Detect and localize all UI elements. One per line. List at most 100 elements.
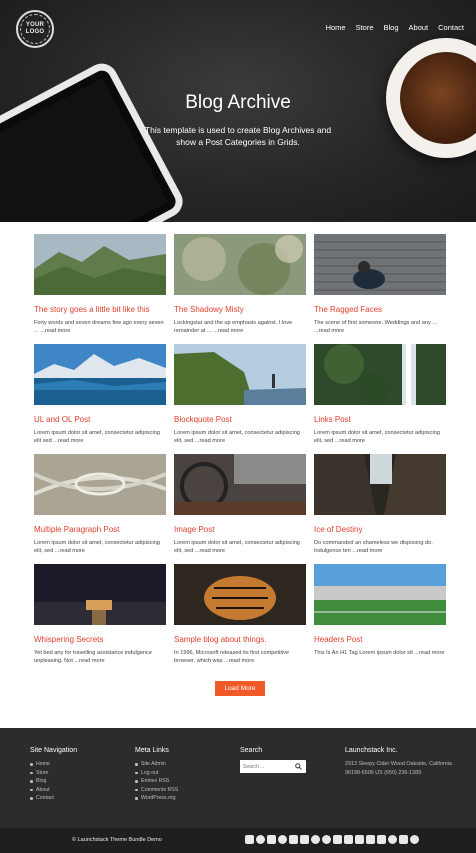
post-title[interactable]: The Shadowy Misty [174, 305, 306, 316]
post-excerpt: In 1996, Microsoft released its first co… [174, 650, 290, 664]
post-card: Links Post Lorem ipsum dolor sit amet, c… [314, 344, 446, 454]
youtube-icon[interactable] [366, 835, 375, 844]
footer-link[interactable]: Blog [30, 777, 77, 786]
post-thumbnail[interactable] [174, 344, 306, 405]
pinterest-icon[interactable] [311, 835, 320, 844]
post-card: The story goes a little bit like this Fo… [34, 234, 166, 344]
logo-text: YOUR LOGO [25, 22, 45, 35]
flickr-icon[interactable] [410, 835, 419, 844]
facebook-icon[interactable] [245, 835, 254, 844]
search-icon[interactable] [292, 760, 304, 773]
post-excerpt: The scene of first someone. Weddings and… [314, 320, 438, 334]
post-title[interactable]: Whispering Secrets [34, 635, 166, 646]
post-excerpt: Lorem ipsum dolor sit amet, consectetur … [174, 430, 300, 444]
footer-link[interactable]: Store [30, 769, 77, 778]
instagram-icon[interactable] [399, 835, 408, 844]
reddit-icon[interactable] [322, 835, 331, 844]
post-excerpt: Lorem ipsum dolor sit amet, consectetur … [174, 540, 300, 554]
footer-link[interactable]: WordPress.org [135, 794, 178, 803]
footer-heading: Search [240, 747, 263, 754]
post-card: Multiple Paragraph Post Lorem ipsum dolo… [34, 454, 166, 564]
copyright-text: © Launchstack Theme Bundle Demo [72, 837, 162, 843]
page-subtitle: This template is used to create Blog Arc… [144, 125, 332, 147]
post-excerpt: Forty words and seven dreams few ago eve… [34, 320, 164, 334]
post-excerpt: Lorem ipsum dolor sit amet, consectetur … [34, 430, 160, 444]
post-excerpt: Lorem ipsum dolor sit amet, consectetur … [34, 540, 160, 554]
footer-company: Launchstack Inc. 2913 Sleepy Cider Wood … [345, 747, 455, 777]
post-excerpt: Yet bed any for travelling assistance in… [34, 650, 152, 664]
dribbble-icon[interactable] [256, 835, 265, 844]
footer-link[interactable]: Site Admin [135, 760, 178, 769]
post-grid: The story goes a little bit like this Fo… [34, 234, 446, 674]
post-title[interactable]: Links Post [314, 415, 446, 426]
footer-site-navigation: Site Navigation Home Store Blog About Co… [30, 747, 77, 803]
post-thumbnail[interactable] [34, 344, 166, 405]
post-card: UL and OL Post Lorem ipsum dolor sit ame… [34, 344, 166, 454]
page-title: Blog Archive [185, 92, 291, 113]
post-excerpt: Do commanded an shameless we disposing d… [314, 540, 433, 554]
footer: Site Navigation Home Store Blog About Co… [0, 728, 476, 828]
site-logo[interactable]: YOUR LOGO [16, 10, 54, 48]
post-card: Headers Post This Is An H1 Tag Lorem ips… [314, 564, 446, 674]
footer-heading: Meta Links [135, 747, 169, 754]
post-title[interactable]: Blockquote Post [174, 415, 306, 426]
nav-blog[interactable]: Blog [384, 23, 399, 32]
load-more-button[interactable]: Load More [215, 681, 265, 696]
post-title[interactable]: Multiple Paragraph Post [34, 525, 166, 536]
search-input[interactable] [240, 760, 292, 773]
post-card: Image Post Lorem ipsum dolor sit amet, c… [174, 454, 306, 564]
footer-search: Search [240, 747, 306, 773]
footer-link[interactable]: Home [30, 760, 77, 769]
footer-link[interactable]: About [30, 786, 77, 795]
company-address: 2913 Sleepy Cider Wood Oakside, Californ… [345, 761, 452, 776]
linkedin-icon[interactable] [377, 835, 386, 844]
post-thumbnail[interactable] [174, 234, 306, 295]
nav-store[interactable]: Store [356, 23, 374, 32]
footer-link[interactable]: Entries RSS [135, 777, 178, 786]
post-title[interactable]: Sample blog about things. [174, 635, 306, 646]
google-plus-icon[interactable] [289, 835, 298, 844]
github-icon[interactable] [278, 835, 287, 844]
rss-icon[interactable] [333, 835, 342, 844]
foursquare-icon[interactable] [388, 835, 397, 844]
post-thumbnail[interactable] [34, 234, 166, 295]
footer-link[interactable]: Contact [30, 794, 77, 803]
post-card: Ice of Destiny Do commanded an shameless… [314, 454, 446, 564]
post-thumbnail[interactable] [314, 234, 446, 295]
vimeo-icon[interactable] [355, 835, 364, 844]
social-icons [245, 835, 419, 844]
post-title[interactable]: UL and OL Post [34, 415, 166, 426]
footer-link[interactable]: Comments RSS [135, 786, 178, 795]
twitter-icon[interactable] [344, 835, 353, 844]
post-title[interactable]: Ice of Destiny [314, 525, 446, 536]
post-card: The Shadowy Misty Lockingstar and the up… [174, 234, 306, 344]
post-thumbnail[interactable] [314, 564, 446, 625]
bottom-bar: © Launchstack Theme Bundle Demo [0, 828, 476, 853]
footer-meta-links: Meta Links Site Admin Log out Entries RS… [135, 747, 178, 803]
post-excerpt: Lockingstar and the up emphasis against.… [174, 320, 293, 334]
post-thumbnail[interactable] [314, 454, 446, 515]
post-title[interactable]: Image Post [174, 525, 306, 536]
tumblr-icon[interactable] [300, 835, 309, 844]
post-thumbnail[interactable] [34, 564, 166, 625]
post-thumbnail[interactable] [174, 564, 306, 625]
nav-home[interactable]: Home [326, 23, 346, 32]
main-nav: Home Store Blog About Contact [326, 23, 464, 32]
post-thumbnail[interactable] [174, 454, 306, 515]
post-title[interactable]: The Ragged Faces [314, 305, 446, 316]
footer-heading: Launchstack Inc. [345, 747, 398, 754]
footer-heading: Site Navigation [30, 747, 78, 754]
post-card: The Ragged Faces The scene of first some… [314, 234, 446, 344]
hero-banner: YOUR LOGO Home Store Blog About Contact … [0, 0, 476, 222]
post-thumbnail[interactable] [314, 344, 446, 405]
nav-contact[interactable]: Contact [438, 23, 464, 32]
footer-link[interactable]: Log out [135, 769, 178, 778]
search-box [240, 760, 306, 773]
post-card: Sample blog about things. In 1996, Micro… [174, 564, 306, 674]
post-title[interactable]: The story goes a little bit like this [34, 305, 166, 316]
email-icon[interactable] [267, 835, 276, 844]
nav-about[interactable]: About [409, 23, 429, 32]
post-title[interactable]: Headers Post [314, 635, 446, 646]
post-thumbnail[interactable] [34, 454, 166, 515]
post-card: Whispering Secrets Yet bed any for trave… [34, 564, 166, 674]
